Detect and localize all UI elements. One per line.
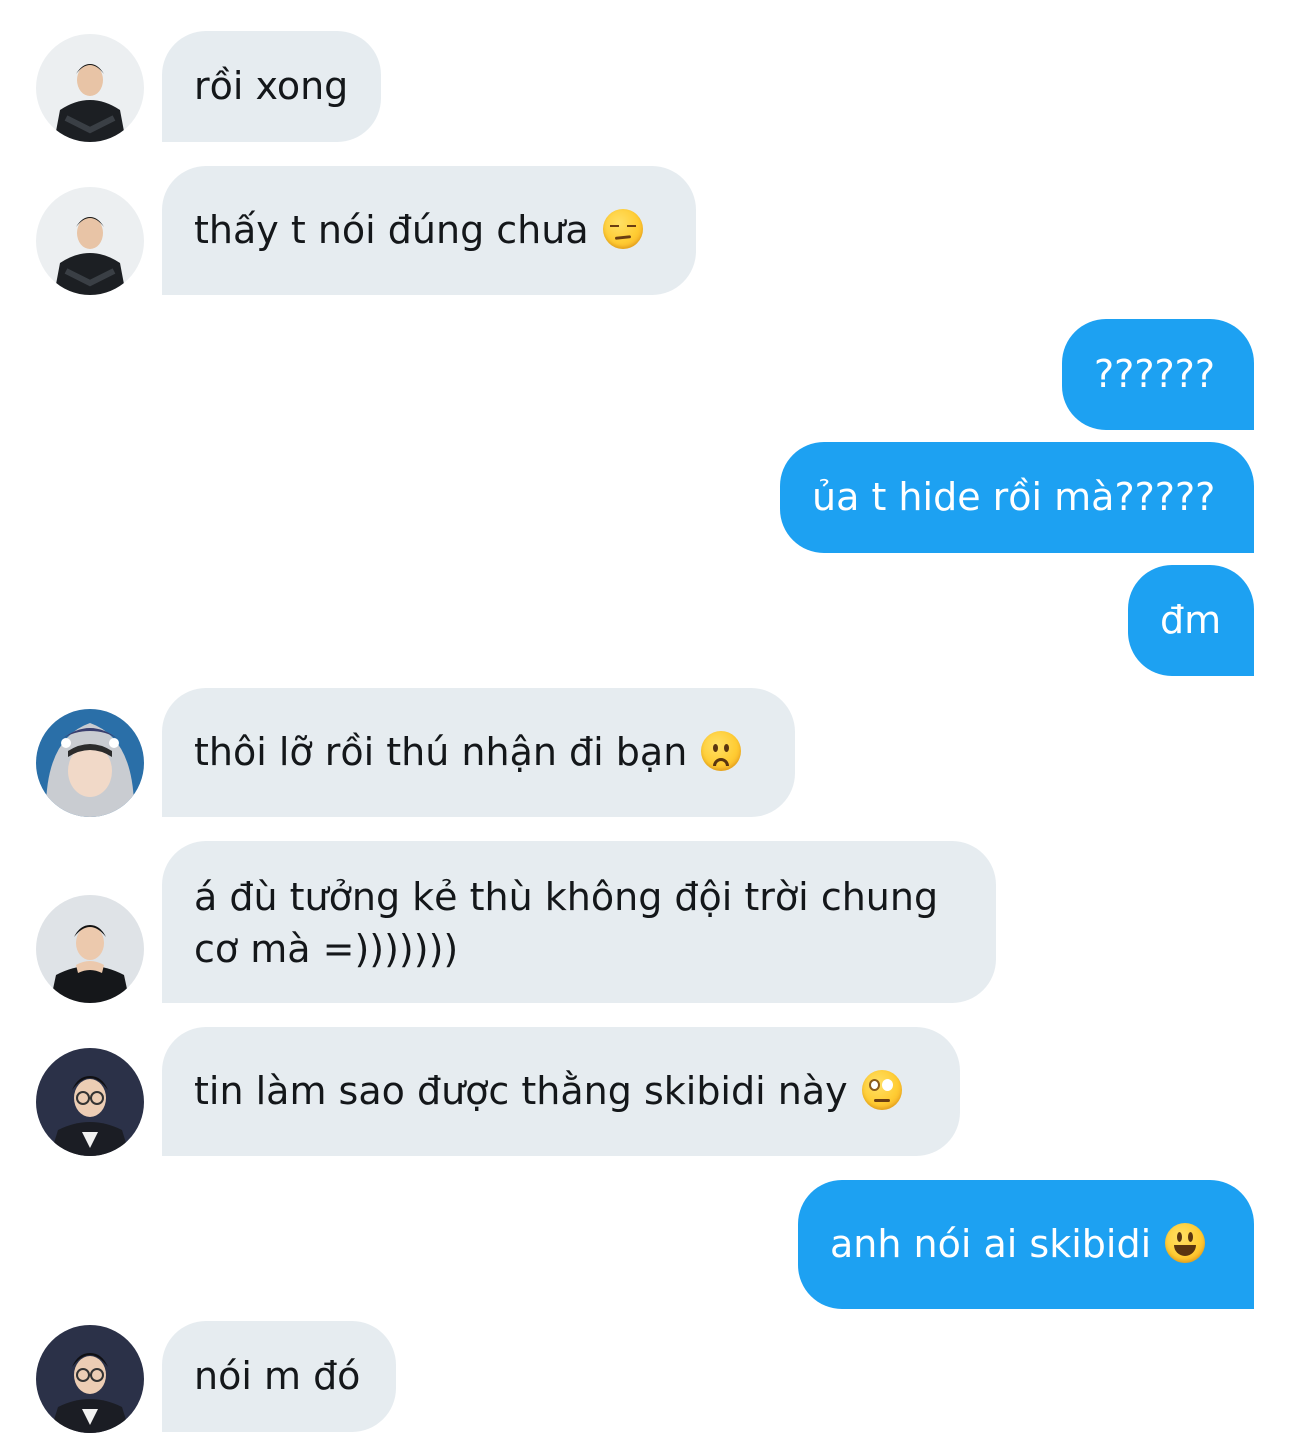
message-bubble[interactable]: ủa t hide rồi mà????? [780,442,1254,553]
message-text: ủa t hide rồi mà????? [812,475,1216,519]
message-text-line: cơ mà =))))))) [194,927,459,971]
message-text: đm [1160,598,1222,642]
message-bubble[interactable]: anh nói ai skibidi [798,1180,1254,1309]
message-bubble[interactable]: đm [1128,565,1254,676]
message-text: ?????? [1094,352,1216,396]
message-text: rồi xong [194,64,349,108]
sender-avatar[interactable] [36,34,144,142]
message-bubble[interactable]: thôi lỡ rồi thú nhận đi bạn [162,688,795,817]
unamused-face-emoji [602,209,643,249]
sender-avatar[interactable] [36,895,144,1003]
message-text: tin làm sao được thằng skibidi này [194,1069,848,1113]
smiling-face-emoji [1165,1223,1206,1263]
message-text: nói m đó [194,1354,361,1398]
sender-avatar[interactable] [36,187,144,295]
message-bubble[interactable]: nói m đó [162,1321,396,1432]
message-text: thôi lỡ rồi thú nhận đi bạn [194,730,688,774]
message-bubble[interactable]: á đù tưởng kẻ thù không đội trời chung c… [162,841,996,1003]
sender-avatar[interactable] [36,709,144,817]
message-bubble[interactable]: thấy t nói đúng chưa [162,166,696,295]
face-with-rolling-eyes-emoji [861,1070,902,1110]
sender-avatar[interactable] [36,1048,144,1156]
message-bubble[interactable]: ?????? [1062,319,1254,430]
message-text: thấy t nói đúng chưa [194,208,589,252]
message-bubble[interactable]: tin làm sao được thằng skibidi này [162,1027,960,1156]
sender-avatar[interactable] [36,1325,144,1433]
message-text-line: á đù tưởng kẻ thù không đội trời chung [194,875,939,919]
slightly-frowning-face-emoji [701,731,742,771]
message-text: anh nói ai skibidi [830,1222,1152,1266]
message-bubble[interactable]: rồi xong [162,31,381,142]
